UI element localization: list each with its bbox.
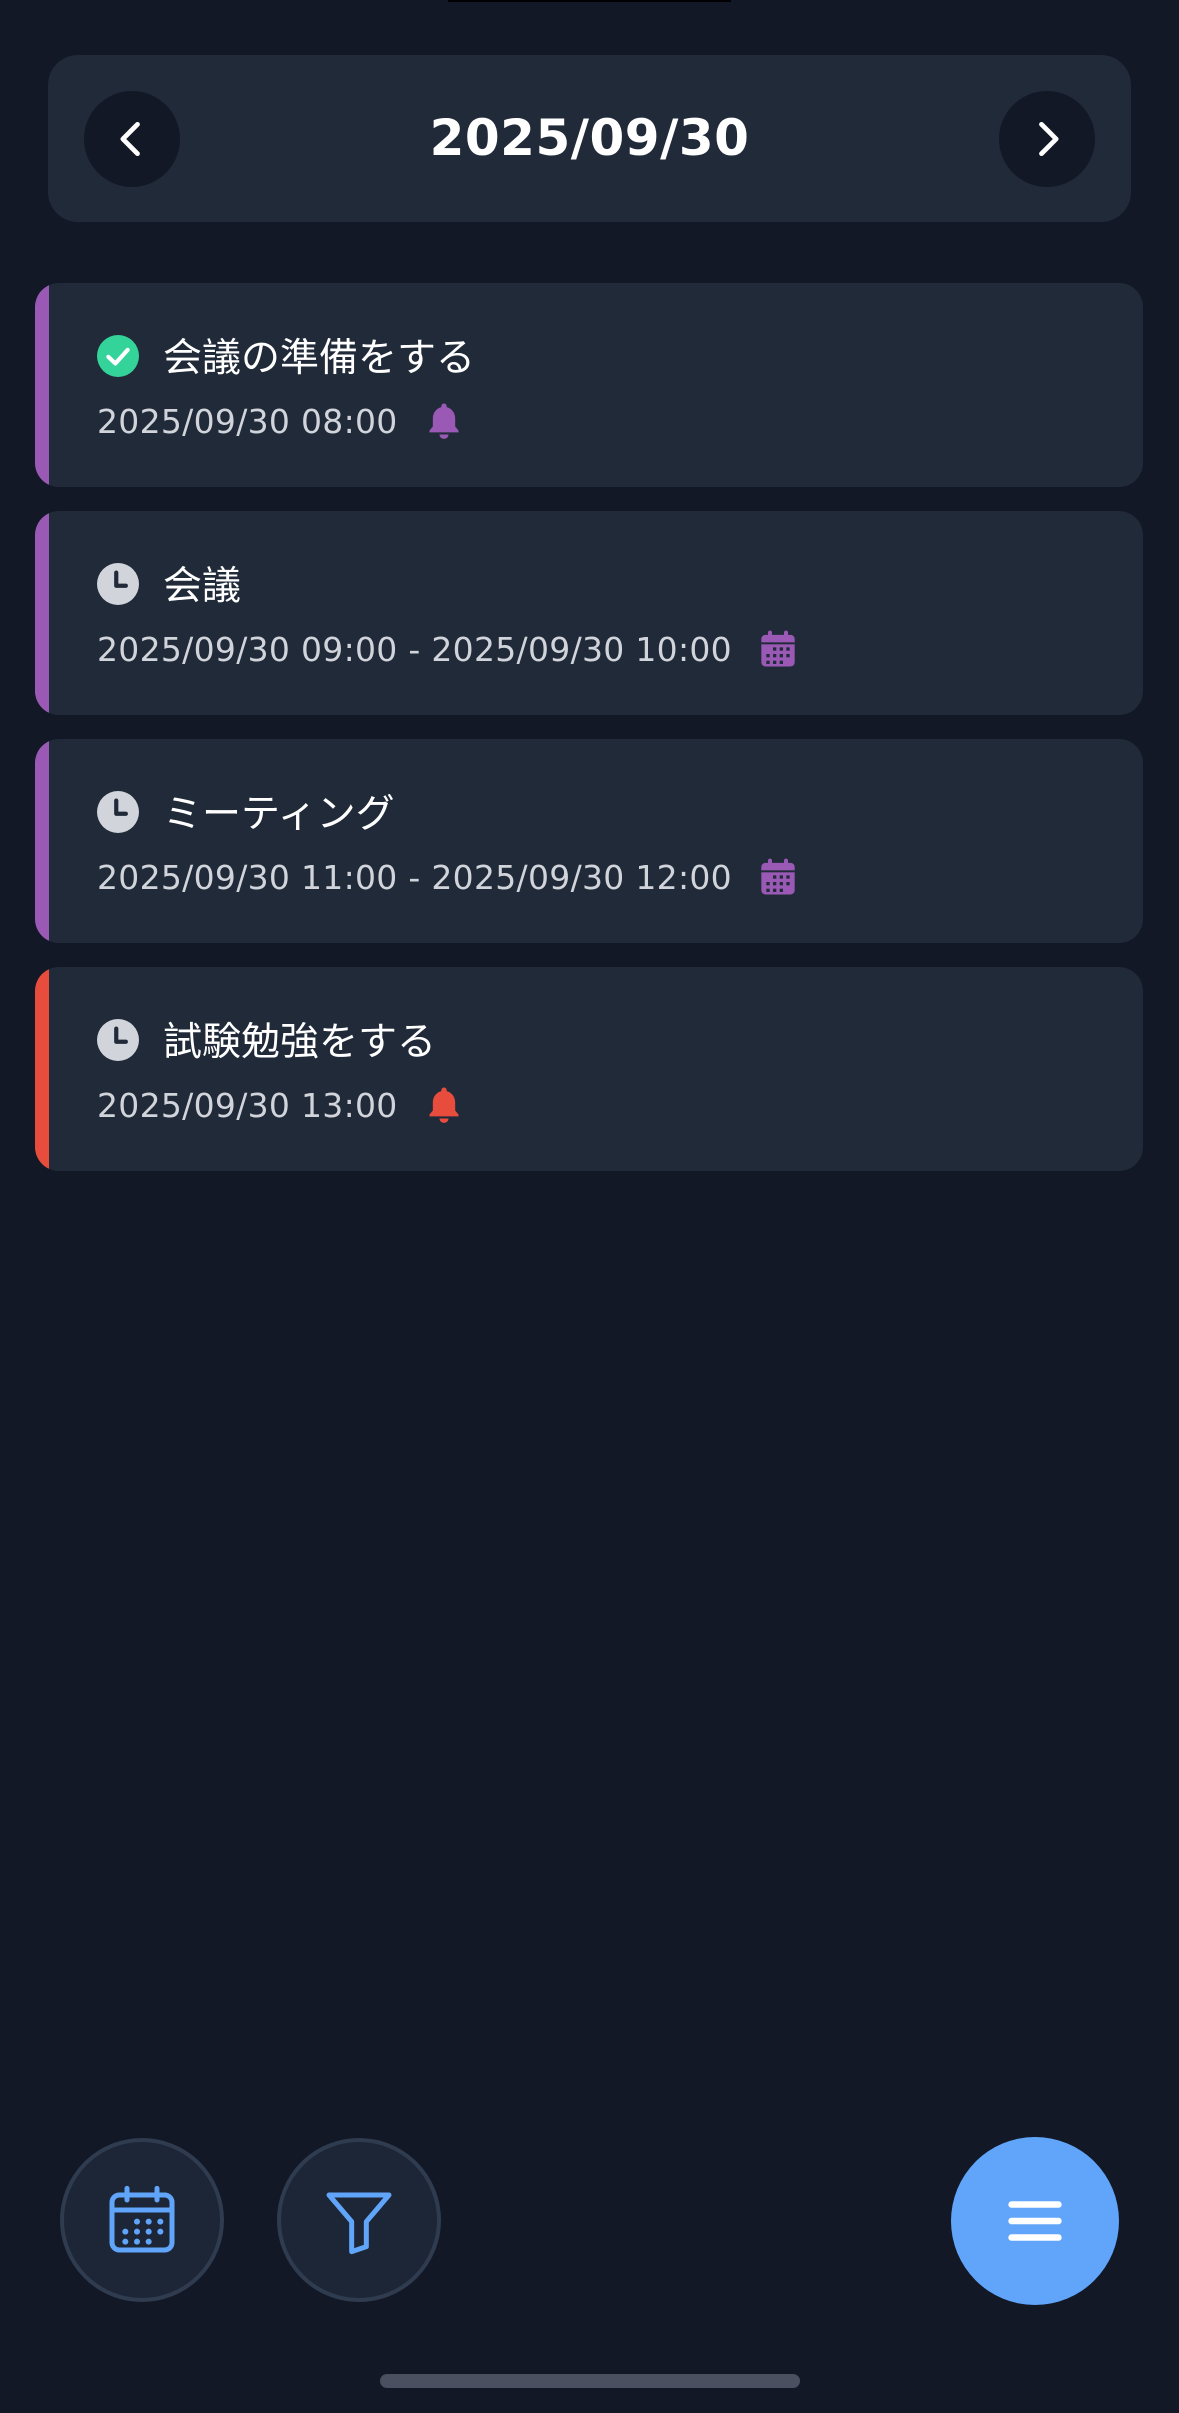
task-meta: 2025/09/30 11:00 - 2025/09/30 12:00 xyxy=(97,852,798,902)
previous-day-button[interactable] xyxy=(84,91,180,187)
filter-button[interactable] xyxy=(277,2138,441,2302)
task-meta: 2025/09/30 13:00 xyxy=(97,1080,464,1130)
task-time: 2025/09/30 11:00 - 2025/09/30 12:00 xyxy=(97,857,732,897)
next-day-button[interactable] xyxy=(999,91,1095,187)
task-title: 会議の準備をする xyxy=(163,336,476,381)
task-card[interactable]: 試験勉強をする 2025/09/30 13:00 xyxy=(35,967,1143,1171)
date-navigation-header: 2025/09/30 xyxy=(48,55,1131,222)
clock-icon[interactable] xyxy=(97,563,139,605)
device-notch xyxy=(448,0,731,2)
task-card[interactable]: 会議 2025/09/30 09:00 - 2025/09/30 10:00 xyxy=(35,511,1143,715)
task-accent-bar xyxy=(35,739,49,943)
task-accent-bar xyxy=(35,967,49,1171)
calendar-icon xyxy=(761,858,795,895)
bell-icon xyxy=(429,403,459,439)
current-date-title: 2025/09/30 xyxy=(429,109,750,167)
calendar-icon xyxy=(761,630,795,667)
check-circle-icon[interactable] xyxy=(97,335,139,377)
clock-icon[interactable] xyxy=(97,791,139,833)
task-title: 試験勉強をする xyxy=(163,1020,437,1065)
menu-fab-button[interactable] xyxy=(951,2137,1119,2305)
task-title: 会議 xyxy=(163,564,242,609)
task-accent-bar xyxy=(35,283,49,487)
task-time: 2025/09/30 09:00 - 2025/09/30 10:00 xyxy=(97,629,732,669)
task-title: ミーティング xyxy=(163,792,395,837)
home-indicator[interactable] xyxy=(380,2374,800,2388)
task-card[interactable]: ミーティング 2025/09/30 11:00 - 2025/09/30 12:… xyxy=(35,739,1143,943)
task-card[interactable]: 会議の準備をする 2025/09/30 08:00 xyxy=(35,283,1143,487)
task-meta: 2025/09/30 09:00 - 2025/09/30 10:00 xyxy=(97,624,798,674)
task-meta: 2025/09/30 08:00 xyxy=(97,396,464,446)
chevron-left-icon xyxy=(120,121,140,157)
clock-icon[interactable] xyxy=(97,1019,139,1061)
task-accent-bar xyxy=(35,511,49,715)
bell-icon xyxy=(429,1087,459,1123)
task-time: 2025/09/30 08:00 xyxy=(97,401,398,441)
filter-icon xyxy=(326,2192,392,2255)
menu-icon xyxy=(1008,2201,1062,2241)
calendar-view-button[interactable] xyxy=(60,2138,224,2302)
chevron-right-icon xyxy=(1039,121,1059,157)
task-time: 2025/09/30 13:00 xyxy=(97,1085,398,1125)
calendar-icon xyxy=(109,2185,175,2253)
